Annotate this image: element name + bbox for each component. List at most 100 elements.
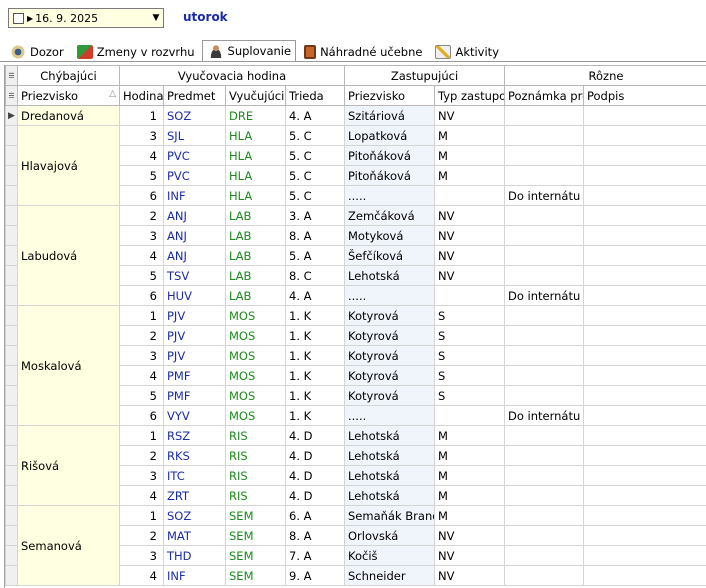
substitute-cell[interactable]: Kotyrová [344, 345, 435, 366]
signature-cell[interactable] [582, 425, 706, 446]
hour-cell[interactable]: 4 [119, 145, 164, 166]
teacher-cell[interactable]: RIS [225, 445, 286, 466]
note-cell[interactable] [504, 365, 584, 386]
hour-cell[interactable]: 2 [119, 205, 164, 226]
class-cell[interactable]: 6. A [285, 505, 345, 526]
substitution-type-cell[interactable] [434, 185, 505, 206]
signature-cell[interactable] [582, 325, 706, 346]
hour-cell[interactable]: 6 [119, 285, 164, 306]
row-indicator[interactable] [5, 125, 18, 146]
subject-cell[interactable]: PJV [163, 325, 226, 346]
substitute-cell[interactable]: Lehotská [344, 485, 435, 506]
note-cell[interactable] [504, 225, 584, 246]
tab-aktivity[interactable]: Aktivity [429, 42, 504, 62]
subject-cell[interactable]: PVC [163, 165, 226, 186]
substitution-type-cell[interactable]: M [434, 145, 505, 166]
substitute-cell[interactable]: ..... [344, 285, 435, 306]
substitution-type-cell[interactable]: M [434, 485, 505, 506]
teacher-cell[interactable]: LAB [225, 265, 286, 286]
signature-cell[interactable] [582, 485, 706, 506]
signature-cell[interactable] [582, 225, 706, 246]
signature-cell[interactable] [582, 165, 706, 186]
teacher-cell[interactable]: HLA [225, 125, 286, 146]
column-header[interactable]: Podpis [582, 85, 706, 106]
substitute-cell[interactable]: Lehotská [344, 265, 435, 286]
substitute-cell[interactable]: Schneider [344, 565, 435, 586]
substitution-type-cell[interactable]: NV [434, 545, 505, 566]
row-indicator[interactable] [5, 265, 18, 286]
table-row[interactable]: Labudová 2 ANJ LAB 3. A Zemčáková NV [5, 205, 706, 306]
hour-cell[interactable]: 5 [119, 265, 164, 286]
signature-cell[interactable] [582, 265, 706, 286]
class-cell[interactable]: 5. C [285, 165, 345, 186]
date-checkbox[interactable] [13, 12, 24, 24]
row-indicator[interactable] [5, 305, 18, 326]
signature-cell[interactable] [582, 445, 706, 466]
subject-cell[interactable]: RKS [163, 445, 226, 466]
teacher-cell[interactable]: SEM [225, 545, 286, 566]
row-indicator[interactable] [5, 185, 18, 206]
row-indicator[interactable] [5, 205, 18, 226]
class-cell[interactable]: 8. A [285, 525, 345, 546]
class-cell[interactable]: 1. K [285, 365, 345, 386]
substitute-cell[interactable]: Lehotská [344, 425, 435, 446]
hour-cell[interactable]: 4 [119, 565, 164, 586]
column-header[interactable]: Typ zastupovania [434, 85, 505, 106]
hour-cell[interactable]: 3 [119, 225, 164, 246]
row-indicator[interactable] [5, 145, 18, 166]
row-indicator[interactable] [5, 565, 18, 586]
signature-cell[interactable] [582, 345, 706, 366]
substitute-cell[interactable]: Pitoňáková [344, 165, 435, 186]
substitution-type-cell[interactable]: S [434, 345, 505, 366]
column-header[interactable]: Priezvisko [344, 85, 435, 106]
subject-cell[interactable]: INF [163, 565, 226, 586]
signature-cell[interactable] [582, 545, 706, 566]
class-cell[interactable]: 7. A [285, 545, 345, 566]
hour-cell[interactable]: 1 [119, 305, 164, 326]
substitute-cell[interactable]: Kotyrová [344, 385, 435, 406]
teacher-cell[interactable]: LAB [225, 245, 286, 266]
substitution-type-cell[interactable]: NV [434, 565, 505, 586]
substitute-cell[interactable]: ..... [344, 405, 435, 426]
hour-cell[interactable]: 1 [119, 425, 164, 446]
note-cell[interactable] [504, 505, 584, 526]
class-cell[interactable]: 4. D [285, 425, 345, 446]
table-row[interactable]: Moskalová 1 PJV MOS 1. K Kotyrová S [5, 305, 706, 426]
class-cell[interactable]: 5. C [285, 145, 345, 166]
class-cell[interactable]: 5. C [285, 125, 345, 146]
subject-cell[interactable]: PMF [163, 385, 226, 406]
teacher-cell[interactable]: RIS [225, 465, 286, 486]
chevron-down-icon[interactable]: ▼ [149, 13, 163, 23]
subject-cell[interactable]: TSV [163, 265, 226, 286]
substitution-type-cell[interactable]: M [434, 165, 505, 186]
signature-cell[interactable] [582, 305, 706, 326]
teacher-cell[interactable]: HLA [225, 165, 286, 186]
class-cell[interactable]: 1. K [285, 325, 345, 346]
teacher-cell[interactable]: RIS [225, 425, 286, 446]
tab-dozor[interactable]: Dozor [4, 42, 69, 62]
teacher-cell[interactable]: HLA [225, 145, 286, 166]
row-indicator[interactable] [5, 545, 18, 566]
teacher-cell[interactable]: LAB [225, 205, 286, 226]
substitution-type-cell[interactable]: M [434, 125, 505, 146]
signature-cell[interactable] [582, 125, 706, 146]
column-header[interactable]: Hodina [119, 85, 164, 106]
missing-teacher-cell[interactable]: Semanová [17, 505, 120, 586]
note-cell[interactable] [504, 125, 584, 146]
substitute-cell[interactable]: Kotyrová [344, 325, 435, 346]
tab-zmeny[interactable]: Zmeny v rozvrhu [71, 42, 200, 62]
class-cell[interactable]: 4. A [285, 285, 345, 306]
substitute-cell[interactable]: ..... [344, 185, 435, 206]
substitution-type-cell[interactable]: NV [434, 225, 505, 246]
subject-cell[interactable]: RSZ [163, 425, 226, 446]
table-row[interactable]: Rišová 1 RSZ RIS 4. D Lehotská M [5, 425, 706, 506]
teacher-cell[interactable]: MOS [225, 305, 286, 326]
substitution-type-cell[interactable]: NV [434, 205, 505, 226]
substitution-type-cell[interactable]: M [434, 465, 505, 486]
class-cell[interactable]: 3. A [285, 205, 345, 226]
note-cell[interactable] [504, 385, 584, 406]
subject-cell[interactable]: PJV [163, 305, 226, 326]
hour-cell[interactable]: 3 [119, 125, 164, 146]
teacher-cell[interactable]: MOS [225, 365, 286, 386]
class-cell[interactable]: 1. K [285, 305, 345, 326]
